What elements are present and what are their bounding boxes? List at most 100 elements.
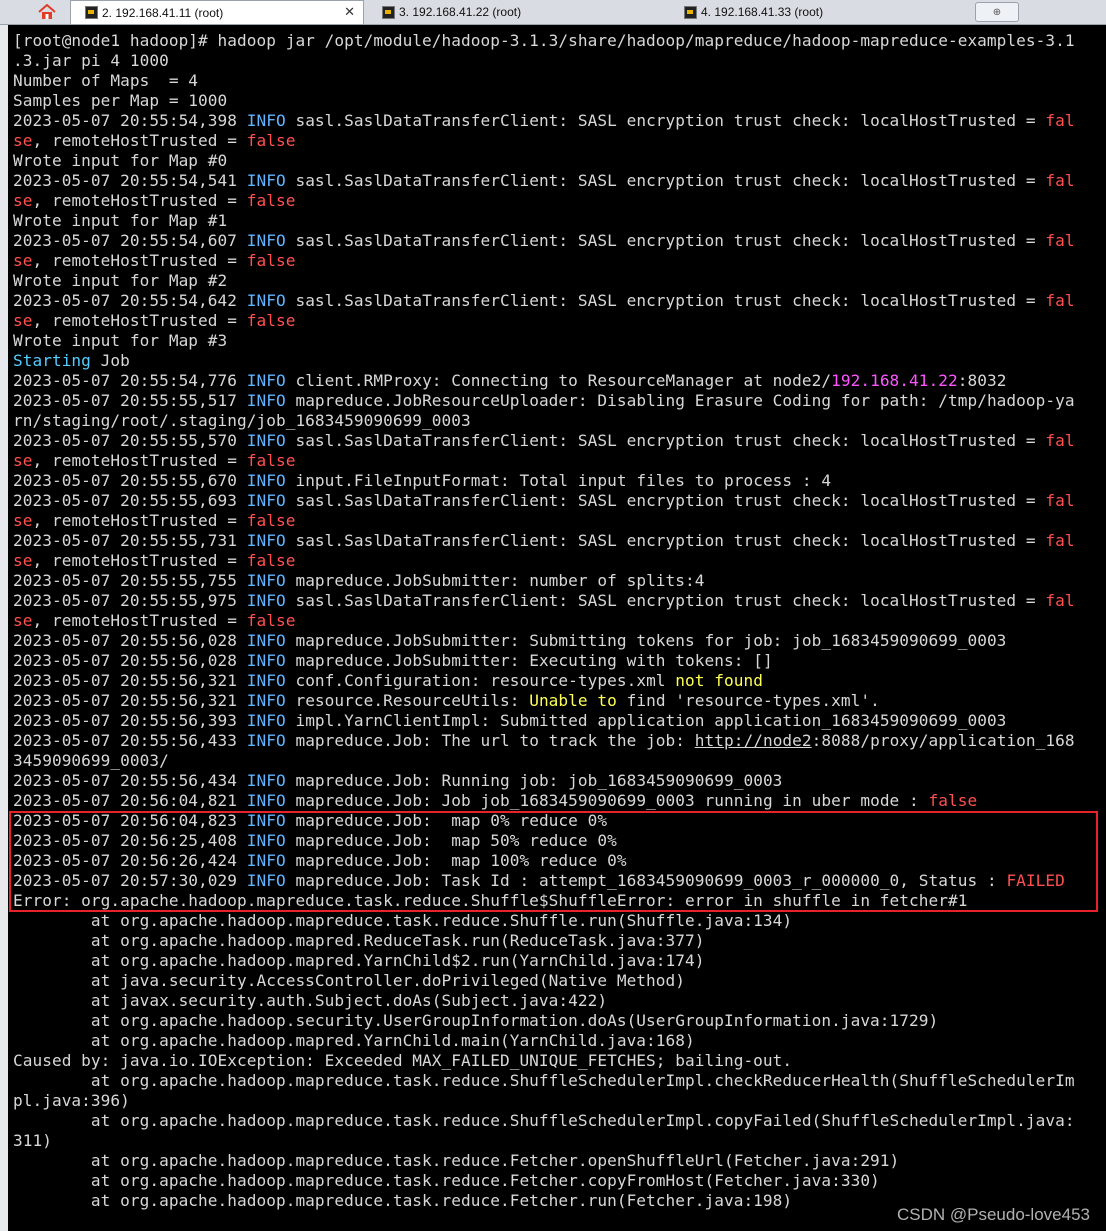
terminal-line: 2023-05-07 20:56:04,823 INFO mapreduce.J…: [13, 811, 1106, 831]
terminal-text-segment: http://node2: [694, 731, 812, 750]
terminal-line: 2023-05-07 20:55:55,693 INFO sasl.SaslDa…: [13, 491, 1106, 511]
terminal-line: se, remoteHostTrusted = false: [13, 251, 1106, 271]
terminal-text-segment: INFO: [246, 631, 286, 650]
tab-session-4[interactable]: 4. 192.168.41.33 (root): [670, 0, 970, 24]
terminal-line: se, remoteHostTrusted = false: [13, 551, 1106, 571]
terminal-line: se, remoteHostTrusted = false: [13, 311, 1106, 331]
terminal-output[interactable]: [root@node1 hadoop]# hadoop jar /opt/mod…: [13, 31, 1106, 1231]
terminal-text-segment: 2023-05-07 20:55:56,393: [13, 711, 247, 730]
terminal-text-segment: at java.security.AccessController.doPriv…: [13, 971, 686, 990]
terminal-text-segment: , remoteHostTrusted =: [32, 311, 247, 330]
terminal-line: at org.apache.hadoop.mapreduce.task.redu…: [13, 1111, 1106, 1131]
terminal-text-segment: Wrote input for Map #2: [13, 271, 228, 290]
terminal-text-segment: INFO: [246, 491, 286, 510]
terminal-line: 2023-05-07 20:55:55,731 INFO sasl.SaslDa…: [13, 531, 1106, 551]
terminal-text-segment: mapreduce.Job: Job job_1683459090699_000…: [285, 791, 929, 810]
terminal-text-segment: 2023-05-07 20:55:55,570: [13, 431, 247, 450]
terminal-line: 2023-05-07 20:55:56,028 INFO mapreduce.J…: [13, 651, 1106, 671]
terminal-text-segment: sasl.SaslDataTransferClient: SASL encryp…: [285, 231, 1046, 250]
terminal-text-segment: [root@node1 hadoop]# hadoop jar /opt/mod…: [13, 31, 1075, 50]
terminal-text-segment: se: [13, 611, 33, 630]
terminal-text-segment: conf.Configuration: resource-types.xml: [285, 671, 676, 690]
terminal-text-segment: 2023-05-07 20:55:54,642: [13, 291, 247, 310]
terminal-text-segment: INFO: [246, 851, 286, 870]
terminal-text-segment: fal: [1045, 591, 1075, 610]
terminal-text-segment: not found: [675, 671, 763, 690]
close-icon[interactable]: ✕: [344, 4, 355, 20]
terminal-text-segment: 2023-05-07 20:55:54,541: [13, 171, 247, 190]
terminal-line: 2023-05-07 20:55:55,517 INFO mapreduce.J…: [13, 391, 1106, 411]
terminal-text-segment: INFO: [246, 691, 286, 710]
terminal-text-segment: se: [13, 551, 33, 570]
terminal-text-segment: 2023-05-07 20:55:56,028: [13, 651, 247, 670]
terminal-line: 2023-05-07 20:55:56,433 INFO mapreduce.J…: [13, 731, 1106, 751]
terminal-text-segment: 2023-05-07 20:55:55,755: [13, 571, 247, 590]
terminal-text-segment: INFO: [246, 791, 286, 810]
terminal-text-segment: , remoteHostTrusted =: [32, 131, 247, 150]
terminal-line: Wrote input for Map #1: [13, 211, 1106, 231]
home-icon: [38, 4, 56, 19]
terminal-text-segment: fal: [1045, 111, 1075, 130]
terminal-line: 2023-05-07 20:55:56,028 INFO mapreduce.J…: [13, 631, 1106, 651]
terminal-text-segment: at org.apache.hadoop.mapreduce.task.redu…: [13, 1171, 880, 1190]
terminal-text-segment: 2023-05-07 20:55:54,607: [13, 231, 247, 250]
terminal-text-segment: INFO: [246, 871, 286, 890]
terminal-text-segment: find 'resource-types.xml'.: [616, 691, 880, 710]
terminal-line: 3459090699_0003/: [13, 751, 1106, 771]
terminal-text-segment: se: [13, 511, 33, 530]
terminal-text-segment: sasl.SaslDataTransferClient: SASL encryp…: [285, 111, 1046, 130]
terminal-line: 2023-05-07 20:56:25,408 INFO mapreduce.J…: [13, 831, 1106, 851]
terminal-text-segment: .3.jar pi 4 1000: [13, 51, 169, 70]
home-button[interactable]: [25, 0, 69, 24]
terminal-line: 2023-05-07 20:56:26,424 INFO mapreduce.J…: [13, 851, 1106, 871]
terminal-text-segment: INFO: [246, 731, 286, 750]
terminal-text-segment: se: [13, 251, 33, 270]
new-tab-button[interactable]: ⊕: [975, 2, 1019, 22]
terminal-text-segment: se: [13, 451, 33, 470]
terminal-text-segment: at org.apache.hadoop.mapreduce.task.redu…: [13, 911, 793, 930]
new-tab-icon: ⊕: [992, 6, 1002, 18]
terminal-line: Wrote input for Map #2: [13, 271, 1106, 291]
terminal-text-segment: 2023-05-07 20:56:04,823: [13, 811, 247, 830]
terminal-line: at org.apache.hadoop.mapred.YarnChild$2.…: [13, 951, 1106, 971]
terminal-line: 2023-05-07 20:55:55,755 INFO mapreduce.J…: [13, 571, 1106, 591]
terminal-tab-icon: [684, 5, 697, 19]
terminal-line: 2023-05-07 20:55:56,321 INFO resource.Re…: [13, 691, 1106, 711]
terminal-text-segment: fal: [1045, 291, 1075, 310]
terminal-text-segment: 192.168.41.22: [831, 371, 958, 390]
terminal-line: Wrote input for Map #0: [13, 151, 1106, 171]
terminal-line: 2023-05-07 20:55:56,434 INFO mapreduce.J…: [13, 771, 1106, 791]
terminal-line: at org.apache.hadoop.security.UserGroupI…: [13, 1011, 1106, 1031]
terminal-text-segment: 2023-05-07 20:55:56,434: [13, 771, 247, 790]
terminal-text-segment: at org.apache.hadoop.mapred.YarnChild$2.…: [13, 951, 705, 970]
terminal-text-segment: mapreduce.JobResourceUploader: Disabling…: [285, 391, 1075, 410]
tab-session-2[interactable]: 2. 192.168.41.11 (root) ✕: [70, 0, 364, 24]
terminal-text-segment: false: [246, 511, 296, 530]
terminal-line: rn/staging/root/.staging/job_16834590906…: [13, 411, 1106, 431]
terminal-text-segment: sasl.SaslDataTransferClient: SASL encryp…: [285, 591, 1046, 610]
terminal-line: se, remoteHostTrusted = false: [13, 611, 1106, 631]
terminal-text-segment: 2023-05-07 20:55:56,433: [13, 731, 247, 750]
terminal-line: Samples per Map = 1000: [13, 91, 1106, 111]
terminal-text-segment: Wrote input for Map #3: [13, 331, 228, 350]
terminal-text-segment: INFO: [246, 671, 286, 690]
terminal-text-segment: fal: [1045, 231, 1075, 250]
tab-label: 3. 192.168.41.22 (root): [399, 5, 522, 19]
terminal-text-segment: INFO: [246, 371, 286, 390]
terminal-text-segment: 2023-05-07 20:56:25,408: [13, 831, 247, 850]
terminal-line: 2023-05-07 20:55:54,607 INFO sasl.SaslDa…: [13, 231, 1106, 251]
terminal-text-segment: 3459090699_0003/: [13, 751, 169, 770]
terminal-text-segment: client.RMProxy: Connecting to ResourceMa…: [285, 371, 832, 390]
terminal-text-segment: pl.java:396): [13, 1091, 130, 1110]
terminal-line: 2023-05-07 20:57:30,029 INFO mapreduce.J…: [13, 871, 1106, 891]
terminal-text-segment: INFO: [246, 171, 286, 190]
terminal-line: Wrote input for Map #3: [13, 331, 1106, 351]
terminal-line: 2023-05-07 20:55:55,670 INFO input.FileI…: [13, 471, 1106, 491]
terminal-text-segment: , remoteHostTrusted =: [32, 551, 247, 570]
terminal-text-segment: false: [246, 451, 296, 470]
terminal-text-segment: sasl.SaslDataTransferClient: SASL encryp…: [285, 291, 1046, 310]
terminal-tab-icon: [382, 5, 395, 19]
terminal-text-segment: INFO: [246, 531, 286, 550]
tab-session-3[interactable]: 3. 192.168.41.22 (root): [368, 0, 668, 24]
terminal-text-segment: 2023-05-07 20:55:55,670: [13, 471, 247, 490]
